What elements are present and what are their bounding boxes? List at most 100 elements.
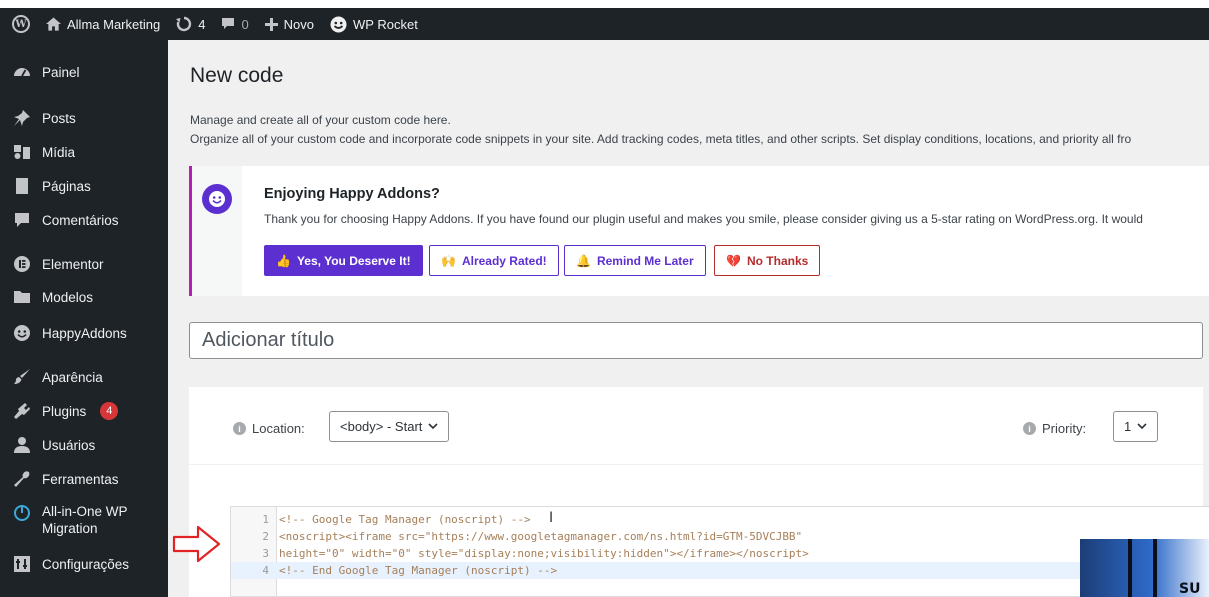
comment-icon [12,210,32,230]
page-description-secondary: Organize all of your custom code and inc… [190,132,1132,146]
sidebar-item-elementor[interactable]: Elementor [0,254,168,274]
sidebar-item-usuarios[interactable]: Usuários [0,435,168,455]
sidebar-item-midia[interactable]: Mídia [0,142,168,162]
screen: W Allma Marketing 4 0 Novo WP Rocket Pai… [0,0,1209,597]
sidebar-item-comentarios[interactable]: Comentários [0,210,168,230]
sidebar-item-label: Plugins [42,403,87,419]
button-label: Remind Me Later [596,253,694,268]
sidebar-item-ferramentas[interactable]: Ferramentas [0,469,168,489]
new-label: Novo [283,16,315,32]
new-content-link[interactable]: Novo [257,8,322,40]
sidebar-item-paginas[interactable]: Páginas [0,176,168,196]
sidebar-item-label: Aparência [42,369,103,385]
code-editor[interactable]: 1 <!-- Google Tag Manager (noscript) -->… [230,506,1209,597]
sidebar-item-painel[interactable]: Painel [0,62,168,82]
button-label: No Thanks [746,253,809,268]
thumbs-up-icon: 👍 [276,253,291,268]
notice-text: Thank you for choosing Happy Addons. If … [264,212,1143,226]
sidebar-item-label: Posts [42,110,76,126]
code-text: <!-- Google Tag Manager (noscript) --> [279,513,531,526]
sidebar-item-label: Painel [42,64,80,80]
title-input-placeholder: Adicionar título [202,329,335,351]
button-label: Yes, You Deserve It! [296,253,411,268]
plugins-update-badge: 4 [100,402,119,420]
sidebar-item-label: Páginas [42,178,91,194]
code-line: 1 <!-- Google Tag Manager (noscript) --> [231,511,531,528]
sidebar-item-modelos[interactable]: Modelos [0,287,168,307]
already-rated-button[interactable]: 🙌 Already Rated! [429,245,559,276]
comments-link[interactable]: 0 [213,8,256,40]
settings-icon [12,554,32,574]
location-label: Location: [252,421,305,436]
title-input[interactable]: Adicionar título [189,322,1203,359]
happy-addons-notice: Enjoying Happy Addons? Thank you for cho… [189,166,1209,296]
red-arrow-icon [172,525,221,563]
sidebar-item-plugins[interactable]: Plugins 4 [0,401,168,421]
admin-sidebar: Painel Posts Mídia Páginas Comentários E… [0,40,168,597]
comment-icon [222,18,235,29]
notice-title: Enjoying Happy Addons? [264,186,440,202]
priority-label: Priority: [1042,421,1087,436]
main-content: New code Manage and create all of your c… [168,40,1209,597]
sidebar-item-aparencia[interactable]: Aparência [0,367,168,387]
overlay-bar [1128,539,1132,597]
happy-addons-logo-icon [202,184,232,214]
folder-icon [12,287,32,307]
info-icon: i [1023,422,1036,435]
updates-link[interactable]: 4 [168,8,213,40]
page-description: Manage and create all of your custom cod… [190,113,451,127]
wordpress-logo-button[interactable]: W [0,8,38,40]
panel-header: i Location: <body> - Start i Priority: 1 [189,387,1203,465]
chevron-down-icon [1137,423,1147,430]
priority-label-group: i Priority: [1023,421,1086,436]
plugin-icon [12,401,32,421]
line-number: 1 [262,513,269,526]
line-number: 3 [262,547,269,560]
sidebar-item-all-in-one-wp-migration[interactable]: All-in-One WP Migration [0,503,168,537]
broken-heart-icon: 💔 [726,253,741,268]
plus-icon [264,17,278,31]
no-thanks-button[interactable]: 💔 No Thanks [714,245,821,276]
users-icon [12,435,32,455]
wp-rocket-label: WP Rocket [353,16,418,32]
chevron-down-icon [428,423,438,430]
page-title: New code [190,64,284,87]
sidebar-item-label-group: All-in-One WP Migration [42,503,128,537]
sidebar-item-configuracoes[interactable]: Configurações [0,554,168,574]
sidebar-item-label: Usuários [42,437,96,453]
wp-rocket-link[interactable]: WP Rocket [322,8,426,40]
code-text: <noscript><iframe src="https://www.googl… [279,530,803,543]
site-name-link[interactable]: Allma Marketing [38,8,168,40]
code-line: 3 height="0" width="0" style="display:no… [231,545,808,562]
sidebar-item-label: Configurações [42,556,130,572]
pin-icon [12,108,32,128]
sidebar-item-label: Mídia [42,144,76,160]
migration-icon [12,503,32,523]
code-text: <!-- End Google Tag Manager (noscript) -… [279,564,558,577]
code-line-active: 4 <!-- End Google Tag Manager (noscript)… [231,562,1209,579]
page-icon [12,176,32,196]
yes-deserve-it-button[interactable]: 👍 Yes, You Deserve It! [264,245,423,276]
sidebar-item-label-line2: Migration [42,521,98,536]
overlay-bar [1153,539,1157,597]
bell-icon: 🔔 [576,253,591,268]
priority-select[interactable]: 1 [1113,411,1159,442]
comments-count: 0 [241,16,249,32]
line-number: 2 [262,530,269,543]
dashboard-icon [12,62,32,82]
site-name: Allma Marketing [67,16,161,32]
sidebar-item-label: All-in-One WP [42,504,128,519]
sidebar-item-label: Elementor [42,256,104,272]
code-settings-panel: i Location: <body> - Start i Priority: 1 [189,387,1209,597]
location-select[interactable]: <body> - Start [329,411,450,442]
line-number: 4 [262,564,269,577]
happy-face-icon [330,16,347,32]
overlay-text: SU [1179,581,1201,597]
sidebar-item-posts[interactable]: Posts [0,108,168,128]
elementor-icon [12,254,32,274]
sidebar-item-happyaddons[interactable]: HappyAddons [0,323,168,343]
remind-me-later-button[interactable]: 🔔 Remind Me Later [564,245,706,276]
text-cursor-icon: I [549,510,554,526]
admin-bar: W Allma Marketing 4 0 Novo WP Rocket [0,8,1209,40]
info-icon: i [233,422,246,435]
